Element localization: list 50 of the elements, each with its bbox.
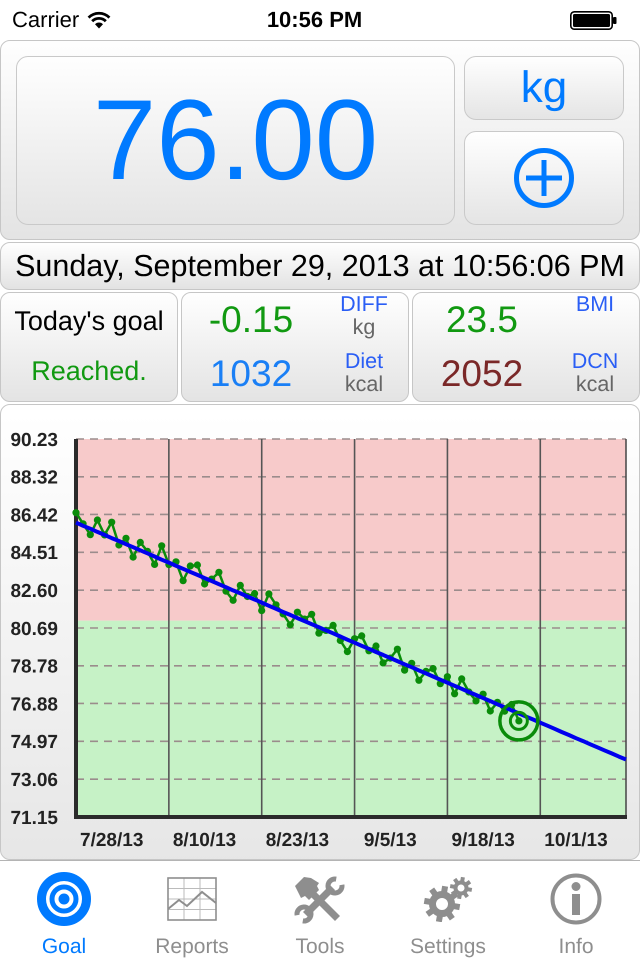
stat-unit: kcal: [344, 373, 384, 396]
tools-icon: [293, 874, 347, 924]
stat-label: Diet: [344, 350, 384, 373]
tab[interactable]: Tools: [256, 861, 384, 960]
y-tick-label: 84.51: [10, 543, 58, 564]
tab[interactable]: Reports: [128, 861, 256, 960]
y-tick-label: 86.42: [10, 505, 58, 526]
x-tick-label: 7/28/13: [80, 830, 144, 851]
tab[interactable]: Goal: [0, 861, 128, 960]
unit-button[interactable]: kg: [464, 56, 624, 120]
x-tick-label: 9/5/13: [364, 830, 417, 851]
wifi-icon: [87, 11, 112, 29]
y-tick-label: 73.06: [10, 770, 58, 791]
weight-value-button[interactable]: 76.00: [16, 56, 455, 225]
target-marker-icon: [498, 700, 540, 742]
x-tick-label: 10/1/13: [544, 830, 608, 851]
stat-value: 2052: [440, 354, 524, 392]
date-time-button[interactable]: Sunday, September 29, 2013 at 10:56:06 PM: [0, 242, 640, 290]
plus-circle-icon: [514, 148, 574, 208]
y-tick-label: 76.88: [10, 694, 58, 716]
stat-unit: kcal: [576, 373, 614, 396]
clock-time: 10:56 PM: [266, 9, 362, 31]
y-tick-label: 74.97: [10, 732, 58, 754]
y-tick-label: 90.23: [10, 430, 58, 451]
target-icon: [37, 872, 91, 926]
stat-value: 1032: [210, 354, 292, 392]
stat-value: 23.5: [446, 300, 518, 338]
y-tick-label: 88.32: [10, 468, 58, 489]
x-tick-label: 8/23/13: [266, 830, 330, 851]
y-tick-label: 82.60: [10, 580, 58, 602]
stat-label: DIFF: [340, 293, 388, 316]
x-tick-label: 8/10/13: [172, 830, 236, 851]
goal-title: Today's goal: [14, 307, 164, 337]
stat-unit: kg: [352, 316, 376, 339]
line-chart-icon: [167, 877, 217, 921]
y-tick-label: 80.69: [10, 618, 58, 640]
stat-value: -0.15: [208, 300, 294, 338]
gears-icon: [423, 876, 473, 922]
stat-label: BMI: [576, 293, 614, 316]
x-tick-label: 9/18/13: [451, 830, 515, 851]
y-tick-label: 71.15: [10, 808, 58, 829]
add-button[interactable]: [464, 131, 624, 225]
goal-status: Reached.: [31, 357, 147, 387]
carrier-name: Carrier: [12, 9, 80, 31]
info-icon: [550, 873, 602, 925]
battery-icon: [570, 10, 618, 30]
tab[interactable]: Info: [512, 861, 640, 960]
tab[interactable]: Settings: [384, 861, 512, 960]
stat-label: DCN: [572, 350, 618, 373]
y-tick-label: 78.78: [10, 656, 58, 678]
